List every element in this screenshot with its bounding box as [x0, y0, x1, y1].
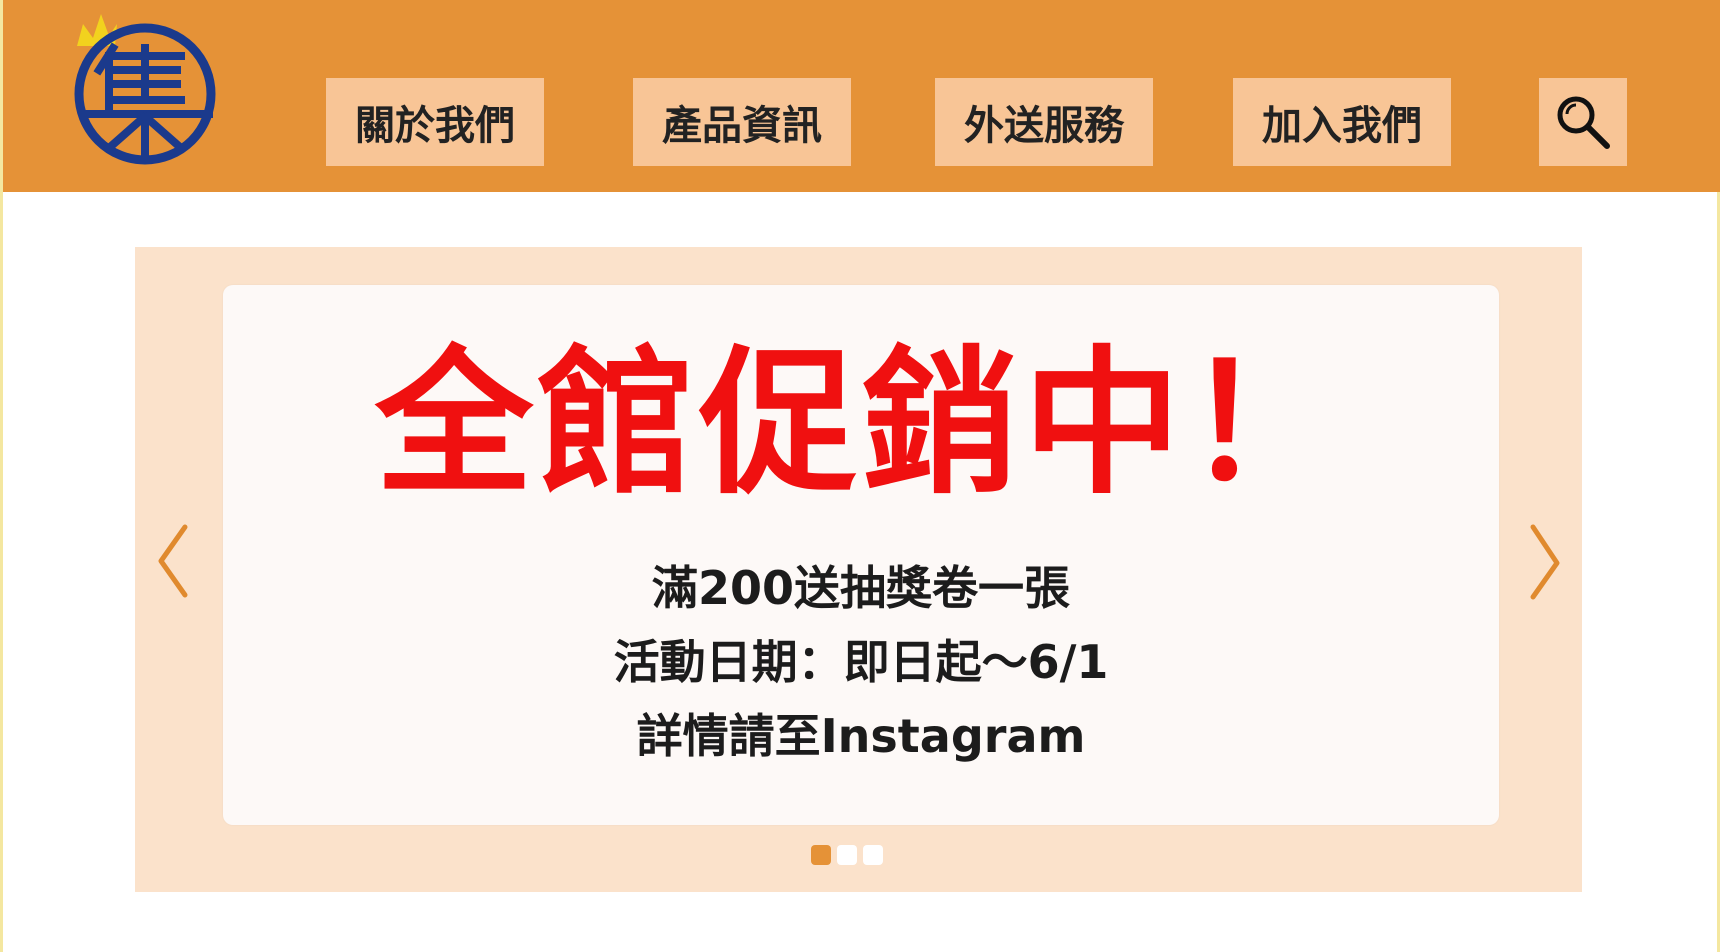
promo-date-text: 活動日期：即日起～6/1: [613, 635, 1109, 689]
site-header: 集 關於我們 產品資訊 外送服務 加入我們: [3, 0, 1720, 192]
page: 集 關於我們 產品資訊 外送服務 加入我們: [0, 0, 1720, 952]
carousel-prev-button[interactable]: [145, 517, 205, 607]
chevron-left-icon: [158, 524, 188, 598]
promo-title: 全館促銷中！: [375, 332, 1347, 516]
chevron-right-icon: [1530, 524, 1560, 600]
nav-about-button[interactable]: 關於我們: [326, 78, 544, 166]
search-icon: [1557, 96, 1610, 149]
carousel-dot-1[interactable]: [811, 845, 831, 865]
carousel-indicators: [811, 845, 883, 865]
nav-delivery-button[interactable]: 外送服務: [935, 78, 1153, 166]
carousel-dot-2[interactable]: [837, 845, 857, 865]
carousel-slide[interactable]: 全館促銷中！ 滿200送抽獎卷一張 活動日期：即日起～6/1 詳情請至Insta…: [223, 285, 1499, 825]
carousel-next-button[interactable]: [1513, 517, 1573, 607]
search-button[interactable]: [1539, 78, 1627, 166]
logo[interactable]: 集: [69, 8, 219, 168]
nav-products-button[interactable]: 產品資訊: [633, 78, 851, 166]
promo-carousel: 全館促銷中！ 滿200送抽獎卷一張 活動日期：即日起～6/1 詳情請至Insta…: [135, 247, 1582, 892]
nav-join-button[interactable]: 加入我們: [1233, 78, 1451, 166]
promo-offer-text: 滿200送抽獎卷一張: [651, 561, 1071, 615]
carousel-dot-3[interactable]: [863, 845, 883, 865]
promo-details-text: 詳情請至Instagram: [636, 709, 1086, 763]
